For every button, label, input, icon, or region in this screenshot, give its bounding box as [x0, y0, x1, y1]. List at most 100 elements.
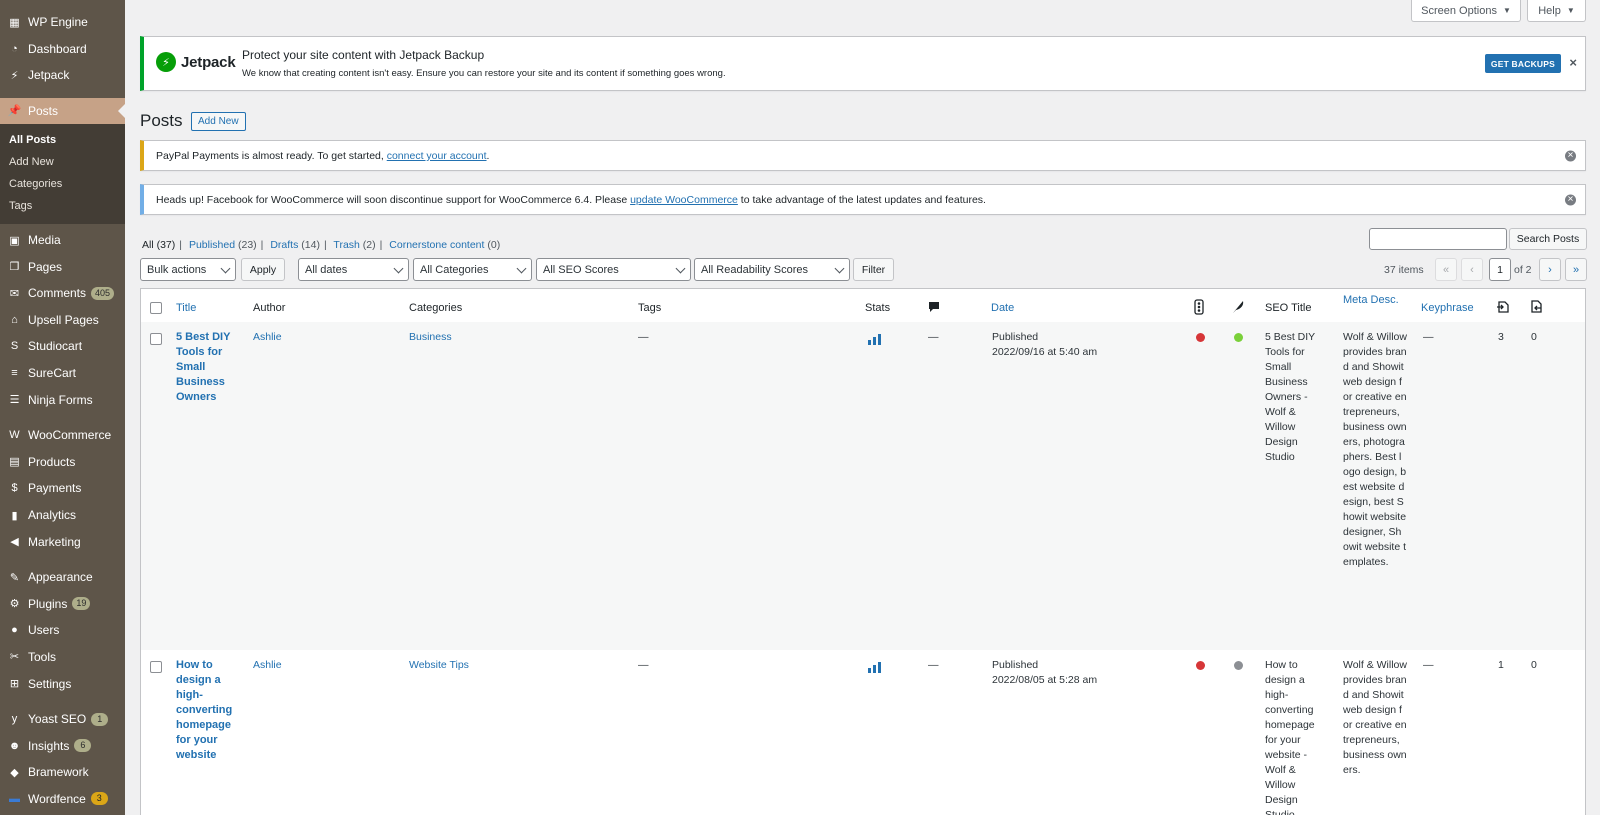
column-stats: Stats: [865, 302, 891, 314]
update-woocommerce-link[interactable]: update WooCommerce: [630, 194, 738, 206]
post-category-link[interactable]: Website Tips: [409, 659, 469, 671]
prev-page-button[interactable]: ‹: [1461, 258, 1483, 281]
readability-filter-select[interactable]: All Readability Scores: [694, 258, 850, 281]
chevron-down-icon: [834, 263, 845, 274]
post-seo-title: 5 Best DIY Tools for Small Business Owne…: [1265, 331, 1315, 463]
comments-count-badge: 405: [91, 286, 115, 300]
sidebar-item-comments[interactable]: ✉ Comments 405: [0, 280, 125, 307]
caret-down-icon: ▼: [1502, 6, 1511, 15]
seo-score-dot: [1196, 661, 1205, 670]
sidebar-item-settings[interactable]: ⊞ Settings: [0, 670, 125, 697]
sidebar-item-jetpack[interactable]: ⚡ Jetpack: [0, 62, 125, 89]
post-author-link[interactable]: Ashlie: [253, 331, 282, 343]
view-trash[interactable]: Trash (2): [333, 239, 375, 251]
sidebar-item-yoast[interactable]: y Yoast SEO 1: [0, 706, 125, 733]
sidebar-item-media[interactable]: ▣ Media: [0, 227, 125, 254]
dismiss-icon[interactable]: ✕: [1565, 194, 1576, 205]
get-backups-button[interactable]: GET BACKUPS: [1484, 54, 1561, 73]
sidebar-item-wpengine[interactable]: ▦ WP Engine: [0, 9, 125, 36]
help-button[interactable]: Help ▼: [1527, 0, 1586, 22]
sidebar-item-appearance[interactable]: ✎ Appearance: [0, 564, 125, 591]
column-title[interactable]: Title: [176, 302, 196, 314]
row-checkbox[interactable]: [150, 333, 162, 345]
sidebar-item-upsell-pages[interactable]: ⌂ Upsell Pages: [0, 307, 125, 334]
column-author: Author: [253, 302, 286, 314]
view-all[interactable]: All (37): [142, 239, 175, 251]
stats-bar-chart-icon[interactable]: [868, 662, 881, 673]
bar-chart-icon: ▮: [11, 509, 18, 522]
bramework-icon: ◆: [10, 766, 19, 779]
sidebar-item-dashboard[interactable]: ◔ Dashboard: [0, 36, 125, 63]
jetpack-icon: ⚡: [10, 69, 19, 82]
caret-down-icon: ▼: [1566, 6, 1575, 15]
submenu-add-new[interactable]: Add New: [0, 151, 125, 173]
dismiss-icon[interactable]: ✕: [1565, 150, 1576, 161]
last-page-button[interactable]: »: [1565, 258, 1587, 281]
sidebar-item-payments[interactable]: $ Payments: [0, 475, 125, 502]
post-category-link[interactable]: Business: [409, 331, 452, 343]
chevron-down-icon: [220, 263, 231, 274]
submenu-all-posts[interactable]: All Posts: [0, 129, 125, 151]
next-page-button[interactable]: ›: [1539, 258, 1561, 281]
seo-traffic-light-icon: [1194, 299, 1204, 315]
sidebar-item-plugins[interactable]: ⚙ Plugins 19: [0, 591, 125, 618]
bulk-actions-select[interactable]: Bulk actions: [140, 258, 236, 281]
post-outgoing-links: 3: [1498, 331, 1504, 343]
first-page-button[interactable]: «: [1435, 258, 1457, 281]
add-new-post-button[interactable]: Add New: [191, 112, 246, 131]
plugins-count-badge: 19: [72, 597, 91, 611]
sidebar-item-ninja-forms[interactable]: ☰ Ninja Forms: [0, 386, 125, 413]
column-meta-desc[interactable]: Meta Desc.: [1343, 294, 1399, 306]
table-row: 5 Best DIY Tools for Small Business Owne…: [141, 322, 1585, 650]
dates-filter-select[interactable]: All dates: [298, 258, 409, 281]
stats-bar-chart-icon[interactable]: [868, 334, 881, 345]
seo-scores-filter-select[interactable]: All SEO Scores: [536, 258, 691, 281]
post-author-link[interactable]: Ashlie: [253, 659, 282, 671]
main-content: Screen Options ▼ Help ▼ ⚡ Jetpack Protect …: [125, 0, 1600, 815]
categories-filter-select[interactable]: All Categories: [413, 258, 532, 281]
sidebar-item-posts[interactable]: 📌 Posts: [0, 97, 125, 124]
sidebar-item-tools[interactable]: ✂ Tools: [0, 644, 125, 671]
dollar-icon: $: [11, 482, 18, 495]
post-tags: —: [638, 659, 649, 671]
post-title-link[interactable]: How to design a high-converting homepage…: [176, 659, 232, 761]
pin-icon: 📌: [7, 105, 22, 118]
search-posts-button[interactable]: Search Posts: [1509, 228, 1587, 250]
current-page-input[interactable]: 1: [1489, 258, 1511, 281]
apply-button[interactable]: Apply: [241, 258, 285, 281]
post-status: Published: [992, 659, 1039, 671]
jetpack-notice-title: Protect your site content with Jetpack B…: [242, 48, 485, 62]
post-incoming-links: 0: [1531, 331, 1537, 343]
close-icon[interactable]: ×: [1569, 55, 1577, 70]
sidebar-item-products[interactable]: ▤ Products: [0, 449, 125, 476]
sidebar-item-marketing[interactable]: ◀ Marketing: [0, 528, 125, 555]
select-all-checkbox[interactable]: [150, 302, 162, 314]
comment-icon: ✉: [9, 287, 20, 300]
sidebar-item-users[interactable]: ● Users: [0, 617, 125, 644]
submenu-categories[interactable]: Categories: [0, 173, 125, 195]
filter-button[interactable]: Filter: [853, 258, 894, 281]
chevron-down-icon: [393, 263, 404, 274]
sidebar-item-woocommerce[interactable]: W WooCommerce: [0, 422, 125, 449]
submenu-tags[interactable]: Tags: [0, 195, 125, 217]
sidebar-item-insights[interactable]: ☻ Insights 6: [0, 732, 125, 759]
sidebar-item-analytics[interactable]: ▮ Analytics: [0, 502, 125, 529]
sidebar-item-wordfence[interactable]: ▬ Wordfence 3: [0, 786, 125, 813]
column-keyphrase[interactable]: Keyphrase: [1421, 302, 1474, 314]
incoming-links-icon: [1531, 300, 1542, 313]
readability-quill-icon: [1233, 301, 1244, 313]
sidebar-item-bramework[interactable]: ◆ Bramework: [0, 759, 125, 786]
post-title-link[interactable]: 5 Best DIY Tools for Small Business Owne…: [176, 331, 230, 403]
screen-options-button[interactable]: Screen Options ▼: [1411, 0, 1521, 22]
jetpack-notice-description: We know that creating content isn't easy…: [242, 68, 726, 79]
row-checkbox[interactable]: [150, 661, 162, 673]
sidebar-item-pages[interactable]: ❐ Pages: [0, 253, 125, 280]
view-cornerstone[interactable]: Cornerstone content (0): [389, 239, 500, 251]
view-drafts[interactable]: Drafts (14): [270, 239, 320, 251]
search-posts-input[interactable]: [1369, 228, 1507, 250]
sidebar-item-studiocart[interactable]: S Studiocart: [0, 333, 125, 360]
view-published[interactable]: Published (23): [189, 239, 257, 251]
sidebar-item-surecart[interactable]: ≡ SureCart: [0, 360, 125, 387]
connect-account-link[interactable]: connect your account: [387, 150, 487, 162]
column-date[interactable]: Date: [991, 302, 1014, 314]
